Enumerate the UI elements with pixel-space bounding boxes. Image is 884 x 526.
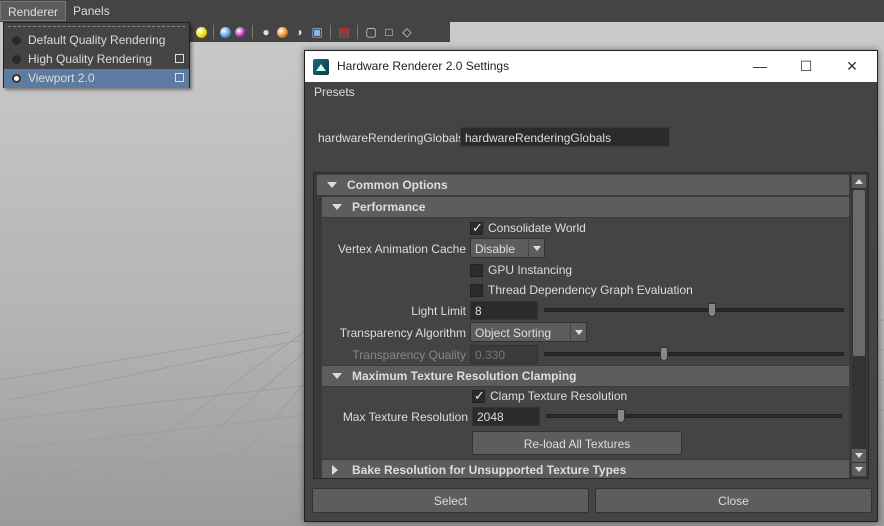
section-common-options[interactable]: Common Options: [317, 175, 849, 195]
collapse-arrow-icon: [332, 204, 342, 210]
radio-icon: [12, 36, 21, 45]
scroll-down-arrow-icon[interactable]: [852, 449, 866, 462]
toolbar-separator: [357, 25, 358, 39]
viewport-toolbar: ● ◑ ▣ ▤ ▢ □ ◇: [190, 22, 450, 42]
section-title: Bake Resolution for Unsupported Texture …: [352, 463, 627, 477]
minimize-button[interactable]: —: [737, 55, 783, 77]
max-texture-body: Clamp Texture Resolution Max Texture Res…: [322, 387, 849, 459]
clamp-texture-label: Clamp Texture Resolution: [490, 389, 628, 403]
purple-sphere-icon[interactable]: [235, 26, 246, 38]
graph-icon[interactable]: ◇: [400, 25, 414, 39]
slider-thumb[interactable]: [617, 409, 625, 423]
collapse-arrow-icon: [332, 373, 342, 379]
light-limit-label: Light Limit: [411, 304, 466, 318]
slider-thumb[interactable]: [708, 303, 716, 317]
close-window-button[interactable]: ✕: [829, 55, 875, 77]
vertex-cache-label: Vertex Animation Cache: [337, 242, 466, 256]
globals-label: hardwareRenderingGlobals:: [318, 131, 468, 145]
menu-item-high-quality[interactable]: High Quality Rendering: [4, 50, 189, 69]
transparency-quality-slider: [544, 347, 844, 361]
hardware-renderer-settings-window: Hardware Renderer 2.0 Settings — ☐ ✕ Pre…: [304, 50, 878, 522]
menu-bar: Renderer Panels: [0, 0, 884, 22]
transparency-quality-field: 0.330: [470, 345, 538, 364]
section-bake-resolution[interactable]: Bake Resolution for Unsupported Texture …: [322, 460, 849, 478]
option-box-icon[interactable]: [175, 54, 184, 63]
max-texture-resolution-field[interactable]: 2048: [472, 407, 540, 426]
select-icon[interactable]: ▤: [337, 25, 351, 39]
texture-icon[interactable]: ▣: [310, 25, 324, 39]
collapse-arrow-icon: [327, 182, 337, 188]
yellow-sphere-icon[interactable]: [196, 26, 207, 38]
transparency-algorithm-label: Transparency Algorithm: [339, 326, 466, 340]
maya-app-icon: [313, 59, 329, 75]
transparency-algorithm-value: Object Sorting: [475, 326, 552, 340]
radio-icon: [12, 55, 21, 64]
light-limit-slider[interactable]: [544, 303, 844, 317]
presets-menu[interactable]: Presets: [314, 85, 355, 99]
transparency-quality-label: Transparency Quality: [352, 348, 466, 362]
renderer-dropdown: Default Quality Rendering High Quality R…: [3, 22, 190, 88]
vertex-cache-value: Disable: [475, 242, 516, 256]
globals-name-field[interactable]: hardwareRenderingGlobals: [460, 127, 670, 147]
thread-dependency-checkbox[interactable]: [470, 284, 483, 297]
performance-body: Consolidate World Vertex Animation Cache…: [322, 218, 849, 365]
gpu-instancing-checkbox[interactable]: [470, 264, 483, 277]
max-texture-resolution-slider[interactable]: [546, 409, 842, 423]
toolbar-separator: [213, 25, 214, 39]
vertical-scrollbar[interactable]: [852, 175, 866, 476]
window-title: Hardware Renderer 2.0 Settings: [337, 59, 510, 73]
light-icon[interactable]: ●: [259, 25, 273, 39]
slider-thumb: [660, 347, 668, 361]
option-box-icon[interactable]: [175, 73, 184, 82]
chevron-down-icon: [528, 239, 544, 257]
blue-sphere-icon[interactable]: [220, 26, 231, 38]
max-texture-resolution-label: Max Texture Resolution: [342, 410, 468, 424]
section-title: Performance: [352, 200, 426, 214]
scroll-up-arrow-icon[interactable]: [852, 175, 866, 188]
reload-textures-button[interactable]: Re-load All Textures: [472, 431, 682, 455]
orange-light-icon[interactable]: [277, 26, 288, 38]
chevron-down-icon: [570, 323, 586, 341]
menu-item-label: High Quality Rendering: [28, 52, 153, 66]
menu-item-default-quality[interactable]: Default Quality Rendering: [4, 31, 189, 50]
shadow-icon[interactable]: ◑: [292, 25, 306, 39]
scrollbar-thumb[interactable]: [853, 190, 865, 356]
vertex-cache-dropdown[interactable]: Disable: [470, 238, 545, 258]
section-max-texture-resolution[interactable]: Maximum Texture Resolution Clamping: [322, 366, 849, 386]
menu-panels[interactable]: Panels: [66, 1, 117, 21]
menu-item-viewport-2[interactable]: Viewport 2.0: [4, 69, 189, 88]
section-title: Maximum Texture Resolution Clamping: [352, 369, 577, 383]
tear-off-line[interactable]: [8, 26, 185, 27]
consolidate-world-label: Consolidate World: [488, 221, 586, 235]
menu-renderer[interactable]: Renderer: [0, 1, 67, 21]
expand-arrow-icon: [332, 465, 338, 475]
section-title: Common Options: [347, 178, 448, 192]
isolate-icon[interactable]: □: [382, 25, 396, 39]
maximize-button[interactable]: ☐: [783, 55, 829, 77]
settings-scroll-panel: Common Options Performance Consolidate W…: [313, 172, 869, 479]
select-button[interactable]: Select: [312, 488, 589, 513]
transparency-algorithm-dropdown[interactable]: Object Sorting: [470, 322, 587, 342]
cube-icon[interactable]: ▢: [364, 25, 378, 39]
toolbar-separator: [330, 25, 331, 39]
clamp-texture-checkbox[interactable]: [472, 388, 485, 404]
section-performance[interactable]: Performance: [322, 197, 849, 217]
menu-item-label: Viewport 2.0: [28, 71, 95, 85]
scroll-down-arrow-icon[interactable]: [852, 463, 866, 476]
light-limit-field[interactable]: 8: [470, 301, 538, 320]
radio-selected-icon: [12, 74, 21, 83]
window-titlebar[interactable]: Hardware Renderer 2.0 Settings — ☐ ✕: [305, 51, 877, 82]
close-button[interactable]: Close: [595, 488, 872, 513]
gpu-instancing-label: GPU Instancing: [488, 263, 573, 277]
menu-item-label: Default Quality Rendering: [28, 33, 166, 47]
toolbar-separator: [252, 25, 253, 39]
thread-dependency-label: Thread Dependency Graph Evaluation: [488, 283, 693, 297]
consolidate-world-checkbox[interactable]: [470, 220, 483, 236]
